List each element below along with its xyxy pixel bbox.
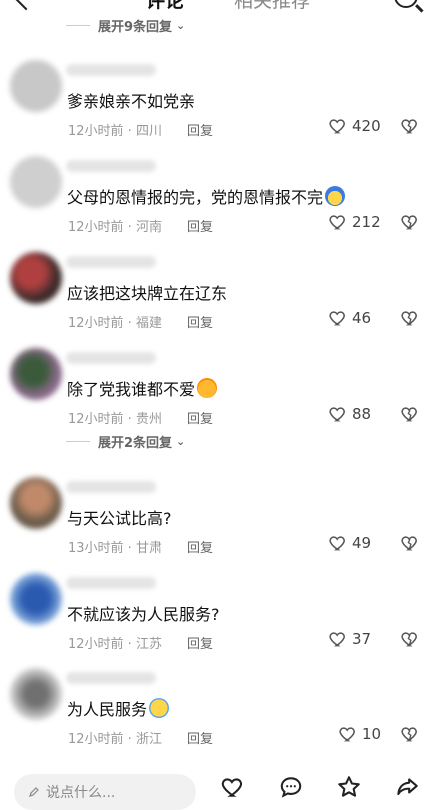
avatar[interactable]	[10, 573, 62, 625]
heart-icon	[329, 632, 345, 647]
like-button[interactable]: 37	[328, 629, 371, 649]
avatar[interactable]	[10, 156, 62, 208]
like-button[interactable]: 212	[328, 212, 381, 232]
comment-meta: 12小时前 · 浙江	[68, 732, 162, 747]
heart-icon	[329, 536, 345, 551]
search-icon[interactable]	[394, 0, 418, 8]
broken-heart-icon[interactable]	[400, 629, 420, 649]
pen-icon	[29, 787, 39, 797]
expand-replies-label: 展开2条回复	[98, 435, 173, 451]
comment-meta: 12小时前 · 江苏	[68, 637, 162, 652]
heart-icon	[339, 727, 355, 742]
like-count: 46	[352, 309, 372, 327]
broken-heart-icon[interactable]	[400, 533, 420, 553]
heart-icon	[329, 407, 345, 422]
expand-replies-label: 展开9条回复	[98, 19, 173, 35]
broken-heart-icon[interactable]	[400, 404, 420, 424]
avatar[interactable]	[10, 668, 62, 720]
like-count: 88	[352, 405, 372, 423]
username-blurred[interactable]	[66, 481, 156, 493]
comment-text: 与天公试比高?	[67, 509, 172, 528]
comment-meta: 12小时前 · 福建	[68, 316, 162, 331]
username-blurred[interactable]	[66, 64, 156, 76]
rofl-face-icon	[197, 378, 218, 398]
avatar[interactable]	[10, 60, 62, 112]
avatar[interactable]	[10, 477, 62, 529]
expand-replies-top[interactable]: 展开9条回复 ⌄	[66, 16, 186, 35]
comment-text: 不就应该为人民服务?	[67, 605, 220, 624]
comment-item: 不就应该为人民服务? 12小时前 · 江苏 回复 37	[0, 573, 438, 669]
divider	[66, 24, 90, 26]
expand-replies-mid[interactable]: 展开2条回复 ⌄	[66, 432, 186, 451]
reply-button[interactable]: 回复	[187, 728, 213, 747]
comment-item: 爹亲娘亲不如党亲 12小时前 · 四川 回复 420	[0, 60, 438, 156]
comment-meta: 12小时前 · 贵州	[68, 412, 162, 427]
reply-button[interactable]: 回复	[187, 120, 213, 139]
reply-button[interactable]: 回复	[187, 537, 213, 556]
comment-text: 除了党我谁都不爱	[67, 376, 218, 400]
like-count: 49	[352, 534, 372, 552]
star-icon[interactable]	[336, 774, 362, 800]
input-placeholder: 说点什么...	[46, 785, 116, 801]
heart-icon	[329, 119, 345, 134]
broken-heart-icon[interactable]	[400, 724, 420, 744]
broken-heart-icon[interactable]	[400, 308, 420, 328]
divider	[66, 440, 90, 442]
like-button[interactable]: 10	[338, 724, 381, 744]
comment-item: 与天公试比高? 13小时前 · 甘肃 回复 49	[0, 477, 438, 573]
like-button[interactable]: 46	[328, 308, 371, 328]
like-count: 420	[352, 117, 381, 135]
like-count: 212	[352, 213, 381, 231]
bottom-bar: 说点什么...	[0, 760, 438, 810]
comment-meta: 12小时前 · 河南	[68, 220, 162, 235]
comment-text: 为人民服务	[67, 696, 170, 720]
like-button[interactable]: 49	[328, 533, 371, 553]
username-blurred[interactable]	[66, 352, 156, 364]
cold-face-icon	[325, 186, 346, 206]
username-blurred[interactable]	[66, 256, 156, 268]
share-icon[interactable]	[394, 774, 420, 800]
reply-button[interactable]: 回复	[187, 312, 213, 331]
back-icon[interactable]	[14, 0, 38, 11]
chevron-down-icon: ⌄	[176, 434, 186, 448]
tab-related[interactable]: 相关推荐	[234, 0, 310, 13]
username-blurred[interactable]	[66, 160, 156, 172]
like-count: 10	[362, 725, 382, 743]
avatar[interactable]	[10, 348, 62, 400]
comment-text: 应该把这块牌立在辽东	[67, 284, 228, 303]
comment-item: 父母的恩情报的完，党的恩情报不完 12小时前 · 河南 回复 212	[0, 156, 438, 252]
reply-button[interactable]: 回复	[187, 633, 213, 652]
comment-item: 为人民服务 12小时前 · 浙江 回复 10	[0, 668, 438, 764]
like-button[interactable]: 88	[328, 404, 371, 424]
crying-face-icon	[149, 698, 170, 718]
heart-icon	[329, 311, 345, 326]
broken-heart-icon[interactable]	[400, 116, 420, 136]
tab-comments[interactable]: 评论	[146, 0, 184, 13]
broken-heart-icon[interactable]	[400, 212, 420, 232]
comment-meta: 13小时前 · 甘肃	[68, 541, 162, 556]
comment-meta: 12小时前 · 四川	[68, 124, 162, 139]
heart-icon	[329, 215, 345, 230]
like-count: 37	[352, 630, 372, 648]
heart-icon[interactable]	[220, 774, 246, 800]
avatar[interactable]	[10, 252, 62, 304]
username-blurred[interactable]	[66, 672, 156, 684]
like-button[interactable]: 420	[328, 116, 381, 136]
comment-icon[interactable]	[278, 774, 304, 800]
reply-button[interactable]: 回复	[187, 408, 213, 427]
comment-input[interactable]: 说点什么...	[14, 774, 196, 810]
reply-button[interactable]: 回复	[187, 216, 213, 235]
chevron-down-icon: ⌄	[176, 18, 186, 32]
comment-item: 除了党我谁都不爱 12小时前 · 贵州 回复 88	[0, 348, 438, 444]
username-blurred[interactable]	[66, 577, 156, 589]
comment-item: 应该把这块牌立在辽东 12小时前 · 福建 回复 46	[0, 252, 438, 348]
comment-text: 父母的恩情报的完，党的恩情报不完	[67, 184, 346, 208]
comment-text: 爹亲娘亲不如党亲	[67, 92, 196, 111]
